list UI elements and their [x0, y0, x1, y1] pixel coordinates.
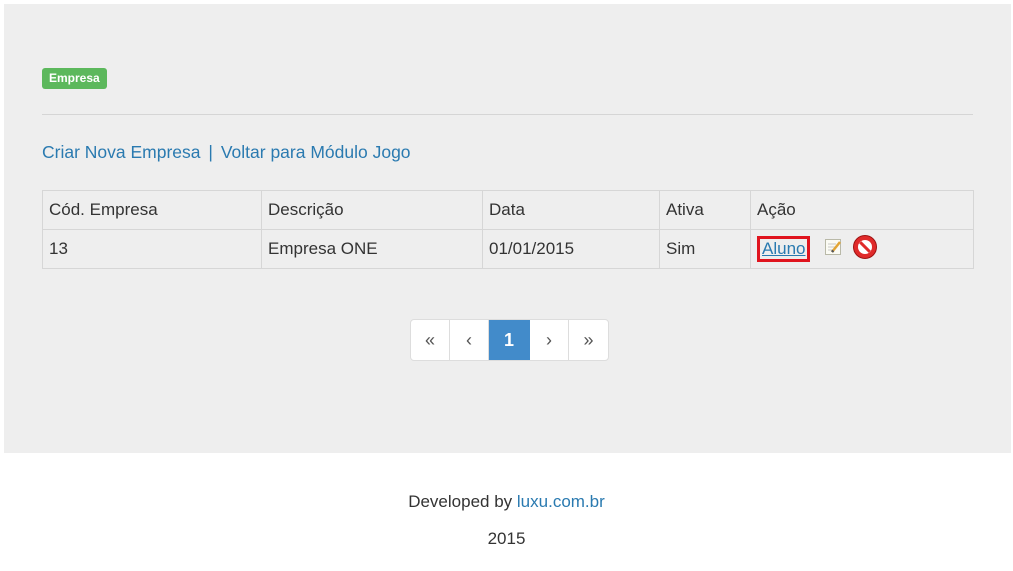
cell-ativa: Sim: [659, 229, 751, 269]
company-table: Cód. Empresa Descrição Data Ativa Ação 1…: [42, 190, 974, 269]
pagination-next[interactable]: ›: [530, 320, 569, 360]
table-row: 13 Empresa ONE 01/01/2015 Sim Aluno: [42, 229, 974, 269]
edit-icon[interactable]: [823, 237, 843, 262]
footer-site-link[interactable]: luxu.com.br: [517, 492, 605, 511]
cell-acao: Aluno: [750, 229, 974, 269]
pagination-prev[interactable]: ‹: [450, 320, 489, 360]
header-ativa: Ativa: [659, 190, 751, 230]
aluno-link[interactable]: Aluno: [757, 236, 811, 262]
action-links: Criar Nova Empresa | Voltar para Módulo …: [42, 141, 411, 163]
header-acao: Ação: [750, 190, 974, 230]
footer-year: 2015: [487, 529, 526, 548]
back-to-game-module-link[interactable]: Voltar para Módulo Jogo: [221, 142, 411, 162]
cell-descricao: Empresa ONE: [261, 229, 483, 269]
link-separator: |: [208, 142, 213, 162]
pagination-first[interactable]: «: [411, 320, 450, 360]
cell-data: 01/01/2015: [482, 229, 660, 269]
header-codigo: Cód. Empresa: [42, 190, 262, 230]
section-badge: Empresa: [42, 68, 107, 89]
cell-codigo: 13: [42, 229, 262, 269]
header-data: Data: [482, 190, 660, 230]
delete-icon[interactable]: [852, 234, 878, 265]
header-descricao: Descrição: [261, 190, 483, 230]
create-company-link[interactable]: Criar Nova Empresa: [42, 142, 201, 162]
divider: [42, 114, 973, 115]
pagination: « ‹ 1 › »: [410, 319, 609, 361]
pagination-last[interactable]: »: [569, 320, 608, 360]
table-header-row: Cód. Empresa Descrição Data Ativa Ação: [42, 190, 974, 230]
footer-credit: Developed by luxu.com.br: [0, 492, 1013, 512]
footer-developed-by: Developed by: [408, 492, 513, 511]
pagination-current-page[interactable]: 1: [489, 320, 530, 360]
